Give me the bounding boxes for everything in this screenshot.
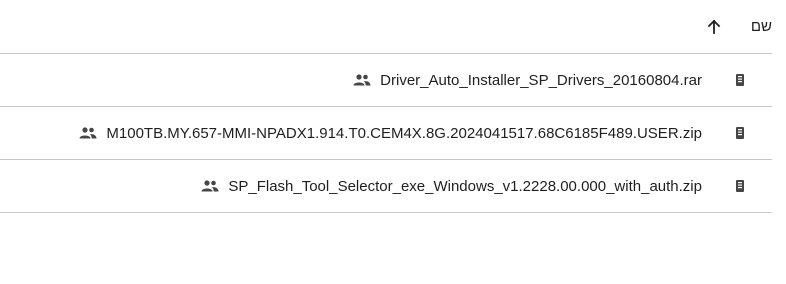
arrow-up-icon (707, 19, 721, 34)
name-column-header[interactable]: שם (746, 18, 772, 35)
file-name[interactable]: M100TB.MY.657-MMI-NPADX1.914.T0.CEM4X.8G… (106, 125, 702, 142)
archive-file-icon (732, 125, 748, 141)
shared-people-icon (352, 70, 372, 90)
sort-ascending-button[interactable] (702, 15, 726, 39)
file-row[interactable]: SP_Flash_Tool_Selector_exe_Windows_v1.22… (0, 160, 772, 213)
archive-file-icon (732, 178, 748, 194)
shared-people-icon (78, 123, 98, 143)
list-header: שם (0, 0, 772, 54)
file-row[interactable]: Driver_Auto_Installer_SP_Drivers_2016080… (0, 54, 772, 107)
shared-people-icon (200, 176, 220, 196)
file-name[interactable]: Driver_Auto_Installer_SP_Drivers_2016080… (380, 72, 702, 89)
file-row[interactable]: M100TB.MY.657-MMI-NPADX1.914.T0.CEM4X.8G… (0, 107, 772, 160)
file-name[interactable]: SP_Flash_Tool_Selector_exe_Windows_v1.22… (228, 178, 702, 195)
file-list: שם Driver_Auto_Installer_SP_Drivers_2016… (0, 0, 772, 213)
archive-file-icon (732, 72, 748, 88)
